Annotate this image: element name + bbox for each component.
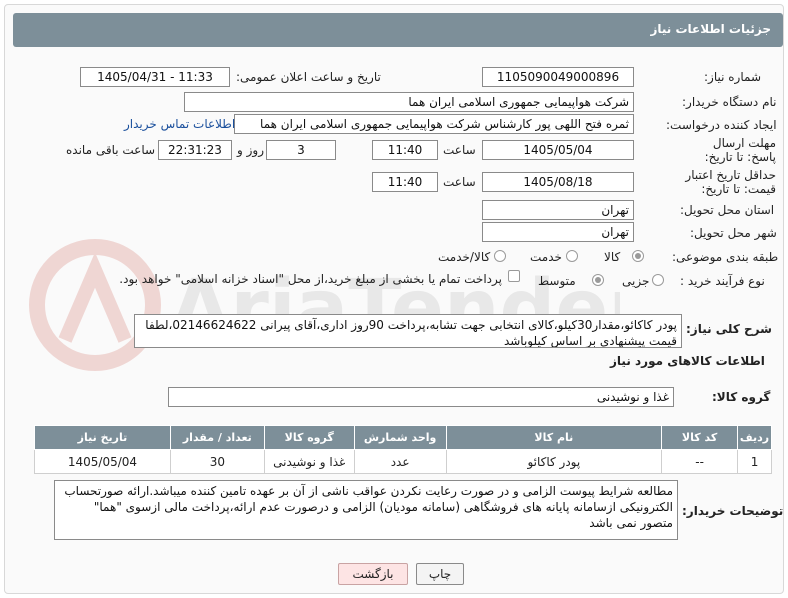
- goods-group-label: گروه کالا:: [712, 390, 771, 404]
- category-radio-goods[interactable]: [632, 250, 644, 262]
- reply-time-field: 11:40: [372, 140, 438, 160]
- goods-group-field: غذا و نوشیدنی: [168, 387, 674, 407]
- col-header-qty: تعداد / مقدار: [169, 425, 265, 450]
- col-header-group: گروه کالا: [263, 425, 355, 450]
- price-time-label: ساعت: [443, 175, 476, 189]
- items-table: ردیف کد کالا نام کالا واحد شمارش گروه کا…: [34, 425, 772, 474]
- city-field: تهران: [482, 222, 634, 242]
- purchase-radio-medium[interactable]: [592, 274, 604, 286]
- category-radio-both[interactable]: [494, 250, 506, 262]
- province-label: استان محل تحویل:: [680, 203, 775, 217]
- reply-date-field: 1405/05/04: [482, 140, 634, 160]
- category-radio-service[interactable]: [566, 250, 578, 262]
- purchase-radio-small[interactable]: [652, 274, 664, 286]
- price-date-field: 1405/08/18: [482, 172, 634, 192]
- col-header-date: تاریخ نیاز: [34, 425, 171, 450]
- col-header-name: نام کالا: [445, 425, 663, 450]
- cell-name: پودر کاکائو: [445, 449, 663, 474]
- buyer-contact-link[interactable]: اطلاعات تماس خریدار: [124, 117, 235, 131]
- price-time-field: 11:40: [372, 172, 438, 192]
- remaining-label: ساعت باقی مانده: [66, 143, 156, 157]
- purchase-option-small: جزیی: [622, 274, 650, 288]
- page-title: جزئیات اطلاعات نیاز: [650, 22, 771, 36]
- category-label: طبقه بندی موضوعی:: [672, 250, 779, 264]
- buyer-notes-field: مطالعه شرایط پیوست الزامی و در صورت رعای…: [54, 480, 678, 540]
- buyer-org-field: شرکت هواپیمایی جمهوری اسلامی ایران هما: [184, 92, 634, 112]
- reply-deadline-label: مهلت ارسال پاسخ: تا تاریخ:: [704, 136, 776, 164]
- cell-row: 1: [737, 449, 772, 474]
- buyer-notes-label: توضیحات خریدار:: [682, 504, 784, 518]
- city-label: شهر محل تحویل:: [690, 226, 777, 240]
- cell-group: غذا و نوشیدنی: [263, 449, 355, 474]
- category-option-goods: کالا: [604, 250, 621, 264]
- days-field: 3: [266, 140, 336, 160]
- col-header-unit: واحد شمارش: [353, 425, 447, 450]
- back-button[interactable]: بازگشت: [338, 563, 408, 585]
- col-header-code: کد کالا: [661, 425, 739, 450]
- purchase-type-label: نوع فرآیند خرید :: [680, 274, 765, 288]
- reply-time-label: ساعت: [443, 143, 476, 157]
- treasury-checkbox[interactable]: [508, 270, 520, 282]
- announce-field: 1405/04/31 - 11:33: [80, 67, 230, 87]
- requester-label: ایجاد کننده درخواست:: [666, 118, 777, 132]
- purchase-option-medium: متوسط: [538, 274, 576, 288]
- cell-code: --: [661, 449, 739, 474]
- requester-field: ثمره فتح اللهی پور کارشناس شرکت هواپیمای…: [234, 114, 634, 134]
- need-number-field: 1105090049000896: [482, 67, 634, 87]
- description-field: پودر کاکائو،مقدار30کیلو،کالای انتخابی جه…: [134, 314, 682, 348]
- category-option-both: کالا/خدمت: [438, 250, 491, 264]
- cell-qty: 30: [169, 449, 265, 474]
- category-option-service: خدمت: [530, 250, 562, 264]
- days-label: روز و: [237, 143, 264, 157]
- province-field: تهران: [482, 200, 634, 220]
- cell-date: 1405/05/04: [34, 449, 171, 474]
- buyer-org-label: نام دستگاه خریدار:: [682, 95, 777, 109]
- goods-info-title: اطلاعات کالاهای مورد نیاز: [610, 354, 765, 368]
- cell-unit: عدد: [353, 449, 447, 474]
- remaining-time-field: 22:31:23: [158, 140, 232, 160]
- table-header-row: ردیف کد کالا نام کالا واحد شمارش گروه کا…: [34, 425, 772, 450]
- need-number-label: شماره نیاز:: [704, 70, 761, 84]
- title-bar: جزئیات اطلاعات نیاز: [13, 13, 783, 47]
- col-header-row: ردیف: [737, 425, 772, 450]
- announce-label: تاریخ و ساعت اعلان عمومی:: [236, 70, 381, 84]
- description-label: شرح کلی نیاز:: [686, 322, 772, 336]
- price-validity-label: حداقل تاریخ اعتبار قیمت: تا تاریخ:: [685, 168, 776, 196]
- table-row: 1 -- پودر کاکائو عدد غذا و نوشیدنی 30 14…: [34, 449, 772, 474]
- purchase-note: پرداخت تمام یا بخشی از مبلغ خرید،از محل …: [119, 272, 502, 286]
- print-button[interactable]: چاپ: [416, 563, 464, 585]
